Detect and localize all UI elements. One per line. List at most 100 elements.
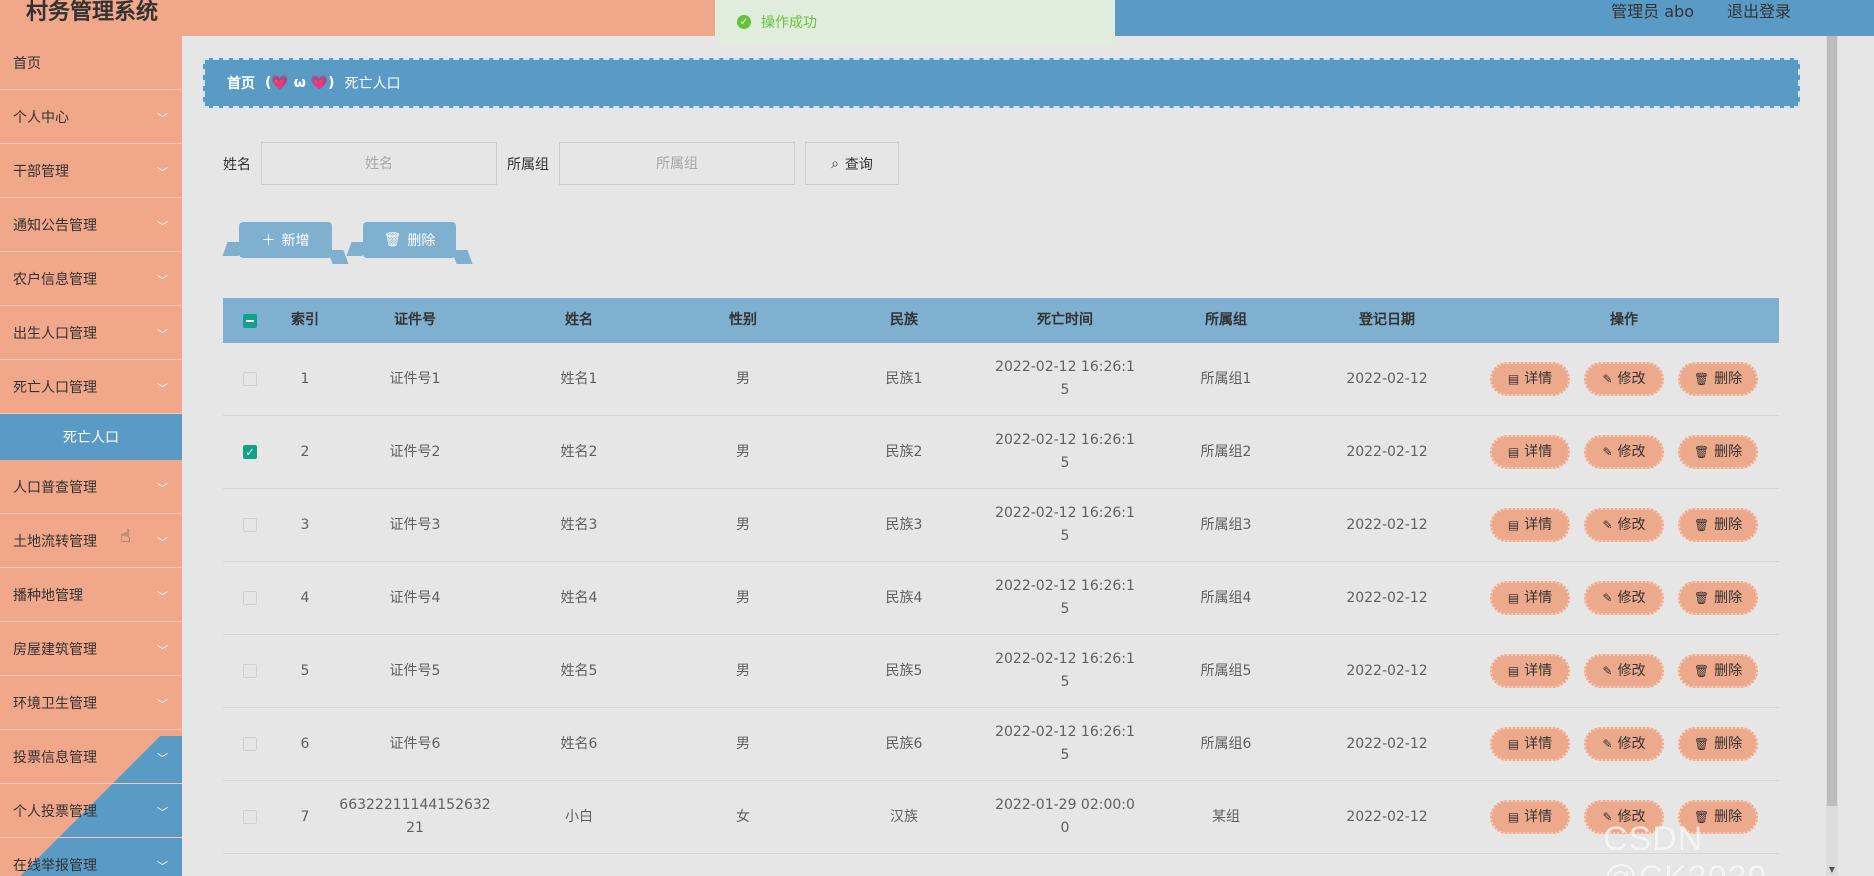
death-time-cell: 2022-02-12 16:26:1 5 xyxy=(983,648,1147,694)
delete-button[interactable]: 🗑 删除 xyxy=(1678,362,1758,396)
document-icon: ▤ xyxy=(1507,736,1520,751)
detail-button[interactable]: ▤ 详情 xyxy=(1490,508,1570,542)
table-row: 7 66322211144152632 21 小白 女 汉族 2022-01-29 02:0… xyxy=(223,781,1779,854)
death-time-text-cont: 5 xyxy=(1060,601,1070,617)
edit-button[interactable]: ✎ 修改 xyxy=(1584,508,1664,542)
row-checkbox[interactable] xyxy=(243,372,257,386)
ethnicity-cell: 民族6 xyxy=(885,735,923,752)
detail-button[interactable]: ▤ 详情 xyxy=(1490,581,1570,615)
cert-cell-text: 证件号4 xyxy=(389,589,441,606)
cert-cell-text: 证件号3 xyxy=(389,516,441,533)
add-button[interactable]: ＋ 新增 xyxy=(239,222,332,258)
detail-button[interactable]: ▤ 详情 xyxy=(1490,654,1570,688)
check-circle-icon: ✓ xyxy=(737,15,751,29)
document-icon: ▤ xyxy=(1507,590,1520,605)
death-time-text: 2022-01-29 02:00:0 xyxy=(995,797,1135,813)
sidebar-item-3[interactable]: 通知公告管理 ﹀ xyxy=(0,198,182,252)
detail-button[interactable]: ▤ 详情 xyxy=(1490,362,1570,396)
query-button[interactable]: ⌕ 查询 xyxy=(805,142,899,185)
row-checkbox[interactable] xyxy=(243,810,257,824)
sidebar-item-4[interactable]: 农户信息管理 ﹀ xyxy=(0,252,182,306)
name-cell: 姓名5 xyxy=(560,662,598,679)
detail-button[interactable]: ▤ 详情 xyxy=(1490,800,1570,834)
row-checkbox[interactable] xyxy=(243,591,257,605)
sidebar-item-label: 人口普查管理 xyxy=(13,479,97,496)
ethnicity-cell: 汉族 xyxy=(890,808,918,825)
sidebar-item-13[interactable]: 投票信息管理 ﹀ xyxy=(0,730,182,784)
delete-button[interactable]: 🗑 删除 xyxy=(1678,654,1758,688)
detail-label: 详情 xyxy=(1524,808,1553,825)
sidebar-item-5[interactable]: 出生人口管理 ﹀ xyxy=(0,306,182,360)
chevron-down-icon: ﹀ xyxy=(157,166,168,179)
sidebar-item-6[interactable]: 死亡人口管理 ﹀ xyxy=(0,360,182,414)
row-checkbox[interactable]: ✓ xyxy=(243,445,257,459)
death-time-text: 2022-02-12 16:26:1 xyxy=(995,578,1135,594)
death-time-cell: 2022-02-12 16:26:1 5 xyxy=(983,502,1147,548)
delete-label: 删除 xyxy=(1714,443,1743,460)
ethnicity-cell: 民族1 xyxy=(885,370,923,387)
table-row: 3 证件号3 姓名3 男 民族3 2022-02-12 16:26:1 5 所属组3 2022-… xyxy=(223,489,1779,562)
group-cell: 所属组1 xyxy=(1200,370,1252,387)
ethnicity-cell: 民族5 xyxy=(885,662,923,679)
sidebar-item-label: 土地流转管理 xyxy=(13,533,97,550)
sidebar-item-2[interactable]: 干部管理 ﹀ xyxy=(0,144,182,198)
sex-cell: 女 xyxy=(736,808,750,825)
sidebar-item-10[interactable]: 播种地管理 ﹀ xyxy=(0,568,182,622)
logout-link[interactable]: 退出登录 xyxy=(1727,0,1791,22)
detail-button[interactable]: ▤ 详情 xyxy=(1490,435,1570,469)
cert-cell: 证件号3 xyxy=(333,514,497,537)
table-header: 索引 证件号 姓名 性别 民族 死亡时间 所属组 登记日期 操作 xyxy=(223,298,1779,343)
batch-delete-button[interactable]: 🗑 删除 xyxy=(363,222,456,258)
group-cell: 所属组3 xyxy=(1200,516,1252,533)
delete-button[interactable]: 🗑 删除 xyxy=(1678,435,1758,469)
ethnicity-cell: 民族2 xyxy=(885,443,923,460)
sidebar-item-9[interactable]: 土地流转管理 ﹀ xyxy=(0,514,182,568)
index-cell: 4 xyxy=(300,589,310,606)
sex-cell: 男 xyxy=(736,735,750,752)
death-time-text: 2022-02-12 16:26:1 xyxy=(995,724,1135,740)
edit-button[interactable]: ✎ 修改 xyxy=(1584,727,1664,761)
cert-cell-text: 证件号1 xyxy=(389,370,441,387)
death-time-text-cont: 5 xyxy=(1060,528,1070,544)
death-time-text: 2022-02-12 16:26:1 xyxy=(995,359,1135,375)
edit-button[interactable]: ✎ 修改 xyxy=(1584,654,1664,688)
trash-icon: 🗑 xyxy=(1693,371,1710,386)
trash-icon: 🗑 xyxy=(1693,517,1710,532)
select-all-checkbox[interactable] xyxy=(243,313,257,328)
scrollbar-thumb[interactable] xyxy=(1827,36,1837,806)
sidebar-item-15[interactable]: 在线举报管理 ﹀ xyxy=(0,838,182,876)
sidebar-item-12[interactable]: 环境卫生管理 ﹀ xyxy=(0,676,182,730)
cert-cell: 证件号6 xyxy=(333,733,497,756)
group-search-input[interactable] xyxy=(559,142,795,185)
delete-button[interactable]: 🗑 删除 xyxy=(1678,581,1758,615)
detail-label: 详情 xyxy=(1524,516,1553,533)
name-search-input[interactable] xyxy=(261,142,497,185)
row-checkbox[interactable] xyxy=(243,664,257,678)
edit-button[interactable]: ✎ 修改 xyxy=(1584,581,1664,615)
detail-button[interactable]: ▤ 详情 xyxy=(1490,727,1570,761)
page-scrollbar[interactable]: ▼ xyxy=(1826,36,1838,876)
sidebar-item-11[interactable]: 房屋建筑管理 ﹀ xyxy=(0,622,182,676)
breadcrumb-home[interactable]: 首页 xyxy=(227,73,255,93)
delete-button[interactable]: 🗑 删除 xyxy=(1678,508,1758,542)
chevron-down-icon: ﹀ xyxy=(157,220,168,233)
delete-label: 删除 xyxy=(1714,662,1743,679)
sidebar-item-8[interactable]: 人口普查管理 ﹀ xyxy=(0,460,182,514)
sidebar-item-14[interactable]: 个人投票管理 ﹀ xyxy=(0,784,182,838)
chevron-down-icon: ﹀ xyxy=(157,698,168,711)
sidebar-item-label: 干部管理 xyxy=(13,163,69,180)
pencil-icon: ✎ xyxy=(1602,371,1613,386)
edit-button[interactable]: ✎ 修改 xyxy=(1584,435,1664,469)
sidebar-item-0[interactable]: 首页 xyxy=(0,36,182,90)
row-checkbox[interactable] xyxy=(243,518,257,532)
delete-button[interactable]: 🗑 删除 xyxy=(1678,727,1758,761)
row-actions: ▤ 详情 ✎ 修改 🗑 删除 xyxy=(1469,581,1779,615)
sidebar-item-1[interactable]: 个人中心 ﹀ xyxy=(0,90,182,144)
edit-button[interactable]: ✎ 修改 xyxy=(1584,362,1664,396)
death-time-text-cont: 0 xyxy=(1060,820,1070,836)
edit-label: 修改 xyxy=(1617,735,1646,752)
sidebar-item-7[interactable]: 死亡人口 xyxy=(0,414,182,460)
death-time-text-cont: 5 xyxy=(1060,455,1070,471)
row-actions: ▤ 详情 ✎ 修改 🗑 删除 xyxy=(1469,435,1779,469)
row-checkbox[interactable] xyxy=(243,737,257,751)
